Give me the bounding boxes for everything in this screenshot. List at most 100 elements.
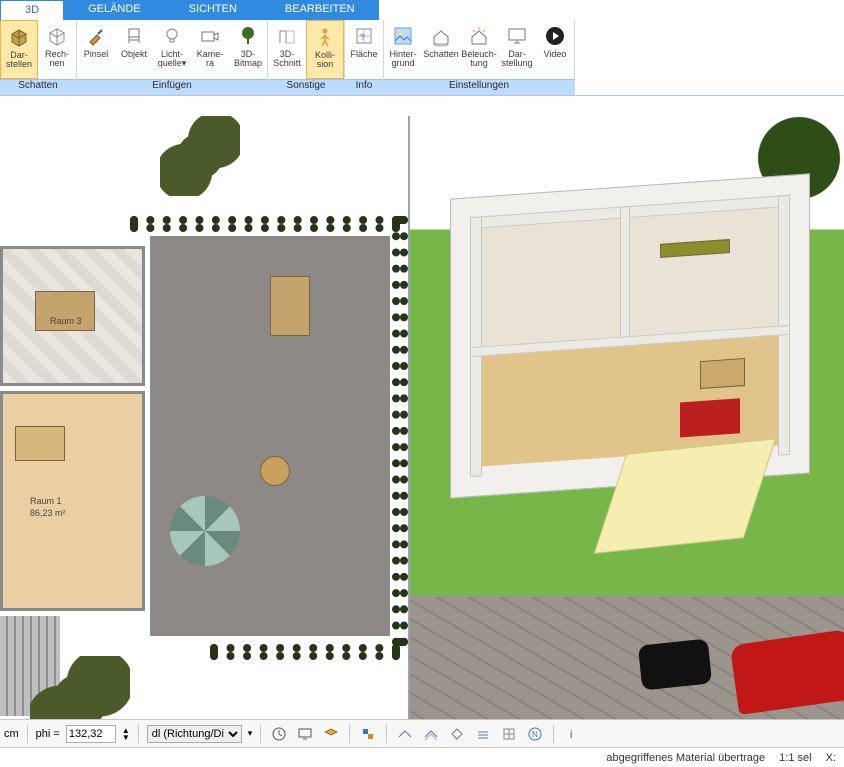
- separator: [386, 725, 387, 743]
- status-bar: abgegriffenes Material übertrage 1:1 sel…: [0, 747, 844, 767]
- ribbon-button-label: tung: [470, 59, 488, 68]
- tab-gelaende[interactable]: GELÄNDE: [64, 0, 165, 20]
- stepper-icon[interactable]: ▲▼: [122, 727, 130, 741]
- bulb-icon: [160, 24, 184, 48]
- ribbon-rechnen-button[interactable]: Rech-nen: [38, 20, 76, 79]
- status-x: X:: [826, 752, 836, 764]
- surface1-icon[interactable]: [395, 724, 415, 744]
- separator: [553, 725, 554, 743]
- ribbon-group-sonstige: 3D-SchnittKolli-sionSonstige: [268, 20, 345, 95]
- ribbon-schatten2-button[interactable]: Schatten: [422, 20, 460, 79]
- status-selection: 1:1 sel: [779, 752, 811, 764]
- cube-wire-icon: [45, 24, 69, 48]
- room-label: Raum 3: [50, 316, 82, 326]
- cube-icon: [7, 25, 31, 49]
- round-table-icon: [260, 456, 290, 486]
- diamond-icon[interactable]: [447, 724, 467, 744]
- furniture-icon: [15, 426, 65, 461]
- unit-label: cm: [4, 728, 19, 740]
- north-icon[interactable]: N: [525, 724, 545, 744]
- mode-select[interactable]: dl (Richtung/Di: [147, 725, 242, 743]
- ribbon-group-label: Einstellungen: [384, 79, 574, 95]
- bench-icon: [270, 276, 310, 336]
- main-tabstrip: 3D GELÄNDE SICHTEN BEARBEITEN: [0, 0, 844, 20]
- view-3d-pane[interactable]: [410, 116, 844, 747]
- section-icon: [275, 24, 299, 48]
- ribbon-button-label: quelle▾: [158, 59, 187, 68]
- cube-color-icon[interactable]: [358, 724, 378, 744]
- desk-icon: [700, 358, 745, 389]
- ribbon-group-einfügen: Pinsel Objekt Licht-quelle▾Kame-ra3D-Bitma…: [77, 20, 268, 95]
- separator: [260, 725, 261, 743]
- stack-icon[interactable]: [473, 724, 493, 744]
- separator: [27, 725, 28, 743]
- ribbon-group-einstellungen: Hinter-grundSchattenBeleuch-tungDar-stel…: [384, 20, 575, 95]
- monitor-icon: [505, 24, 529, 48]
- svg-text:i: i: [570, 729, 572, 741]
- house-shadow-icon: [429, 24, 453, 48]
- room-1: [0, 391, 145, 611]
- person-icon: [313, 25, 337, 49]
- ribbon-kollision-button[interactable]: Kolli-sion: [306, 20, 344, 79]
- room-area: 86,23 m²: [30, 508, 66, 518]
- area-icon: ?: [352, 24, 376, 48]
- ribbon-flaeche-button[interactable]: ? Fläche: [345, 20, 383, 79]
- ribbon-beleuchtung-button[interactable]: Beleuch-tung: [460, 20, 498, 79]
- ribbon-button-label: grund: [391, 59, 414, 68]
- separator: [349, 725, 350, 743]
- plan-2d-pane[interactable]: Raum 3 Raum 1 86,23 m²: [0, 116, 410, 747]
- tab-3d[interactable]: 3D: [0, 0, 64, 20]
- chevron-down-icon[interactable]: ▾: [248, 728, 253, 739]
- car-icon: [638, 638, 712, 690]
- grid-icon[interactable]: [499, 724, 519, 744]
- tree-icon: [236, 24, 260, 48]
- ribbon-button-label: Video: [544, 50, 567, 59]
- ribbon-hintergrund-button[interactable]: Hinter-grund: [384, 20, 422, 79]
- ribbon-button-label: nen: [49, 59, 64, 68]
- tab-sichten[interactable]: SICHTEN: [165, 0, 261, 20]
- chair-icon: [122, 24, 146, 48]
- plan-canvas[interactable]: Raum 3 Raum 1 86,23 m²: [0, 116, 408, 747]
- ribbon-button-label: stellen: [6, 60, 32, 69]
- ribbon-button-label: sion: [317, 60, 334, 69]
- svg-text:?: ?: [360, 33, 365, 42]
- ribbon-button-label: Schatten: [423, 50, 459, 59]
- svg-text:N: N: [532, 730, 538, 739]
- plant-icon: [160, 116, 240, 196]
- ribbon-darstellung-button[interactable]: Dar-stellung: [498, 20, 536, 79]
- view-3d-canvas[interactable]: [410, 116, 844, 747]
- ribbon-pinsel-button[interactable]: Pinsel: [77, 20, 115, 79]
- ribbon-group-schatten: Dar-stellenRech-nenSchatten: [0, 20, 77, 95]
- ribbon-button-label: Objekt: [121, 50, 147, 59]
- ribbon-button-label: Fläche: [350, 50, 377, 59]
- house-light-icon: [467, 24, 491, 48]
- ribbon-group-label: Info: [345, 79, 383, 95]
- ribbon-lichtquelle-button[interactable]: Licht-quelle▾: [153, 20, 191, 79]
- ribbon-group-label: Schatten: [0, 79, 76, 95]
- phi-label: phi =: [36, 728, 60, 740]
- ribbon-3dbitmap-button[interactable]: 3D-Bitmap: [229, 20, 267, 79]
- ribbon-button-label: Bitmap: [234, 59, 262, 68]
- ribbon-video-button[interactable]: Video: [536, 20, 574, 79]
- ribbon-objekt-button[interactable]: Objekt: [115, 20, 153, 79]
- hedge: [130, 216, 400, 232]
- ribbon-button-label: Pinsel: [84, 50, 109, 59]
- surface2-icon[interactable]: [421, 724, 441, 744]
- phi-input[interactable]: [66, 725, 116, 743]
- bottom-toolbar: cm phi = ▲▼ dl (Richtung/Di ▾ N i: [0, 719, 844, 747]
- ribbon: Dar-stellenRech-nenSchattenPinselObjektL…: [0, 20, 844, 96]
- ribbon-kamera-button[interactable]: Kame-ra: [191, 20, 229, 79]
- layers-icon[interactable]: [321, 724, 341, 744]
- bg-icon: [391, 24, 415, 48]
- ribbon-3dschnitt-button[interactable]: 3D-Schnitt: [268, 20, 306, 79]
- clock-icon[interactable]: [269, 724, 289, 744]
- tab-bearbeiten[interactable]: BEARBEITEN: [261, 0, 379, 20]
- hedge: [210, 644, 400, 660]
- hedge: [392, 216, 408, 646]
- play-icon: [543, 24, 567, 48]
- workarea: Raum 3 Raum 1 86,23 m²: [0, 116, 844, 747]
- ribbon-darstellen-button[interactable]: Dar-stellen: [0, 20, 38, 79]
- status-message: abgegriffenes Material übertrage: [606, 752, 765, 764]
- monitor-icon[interactable]: [295, 724, 315, 744]
- info-icon[interactable]: i: [562, 724, 582, 744]
